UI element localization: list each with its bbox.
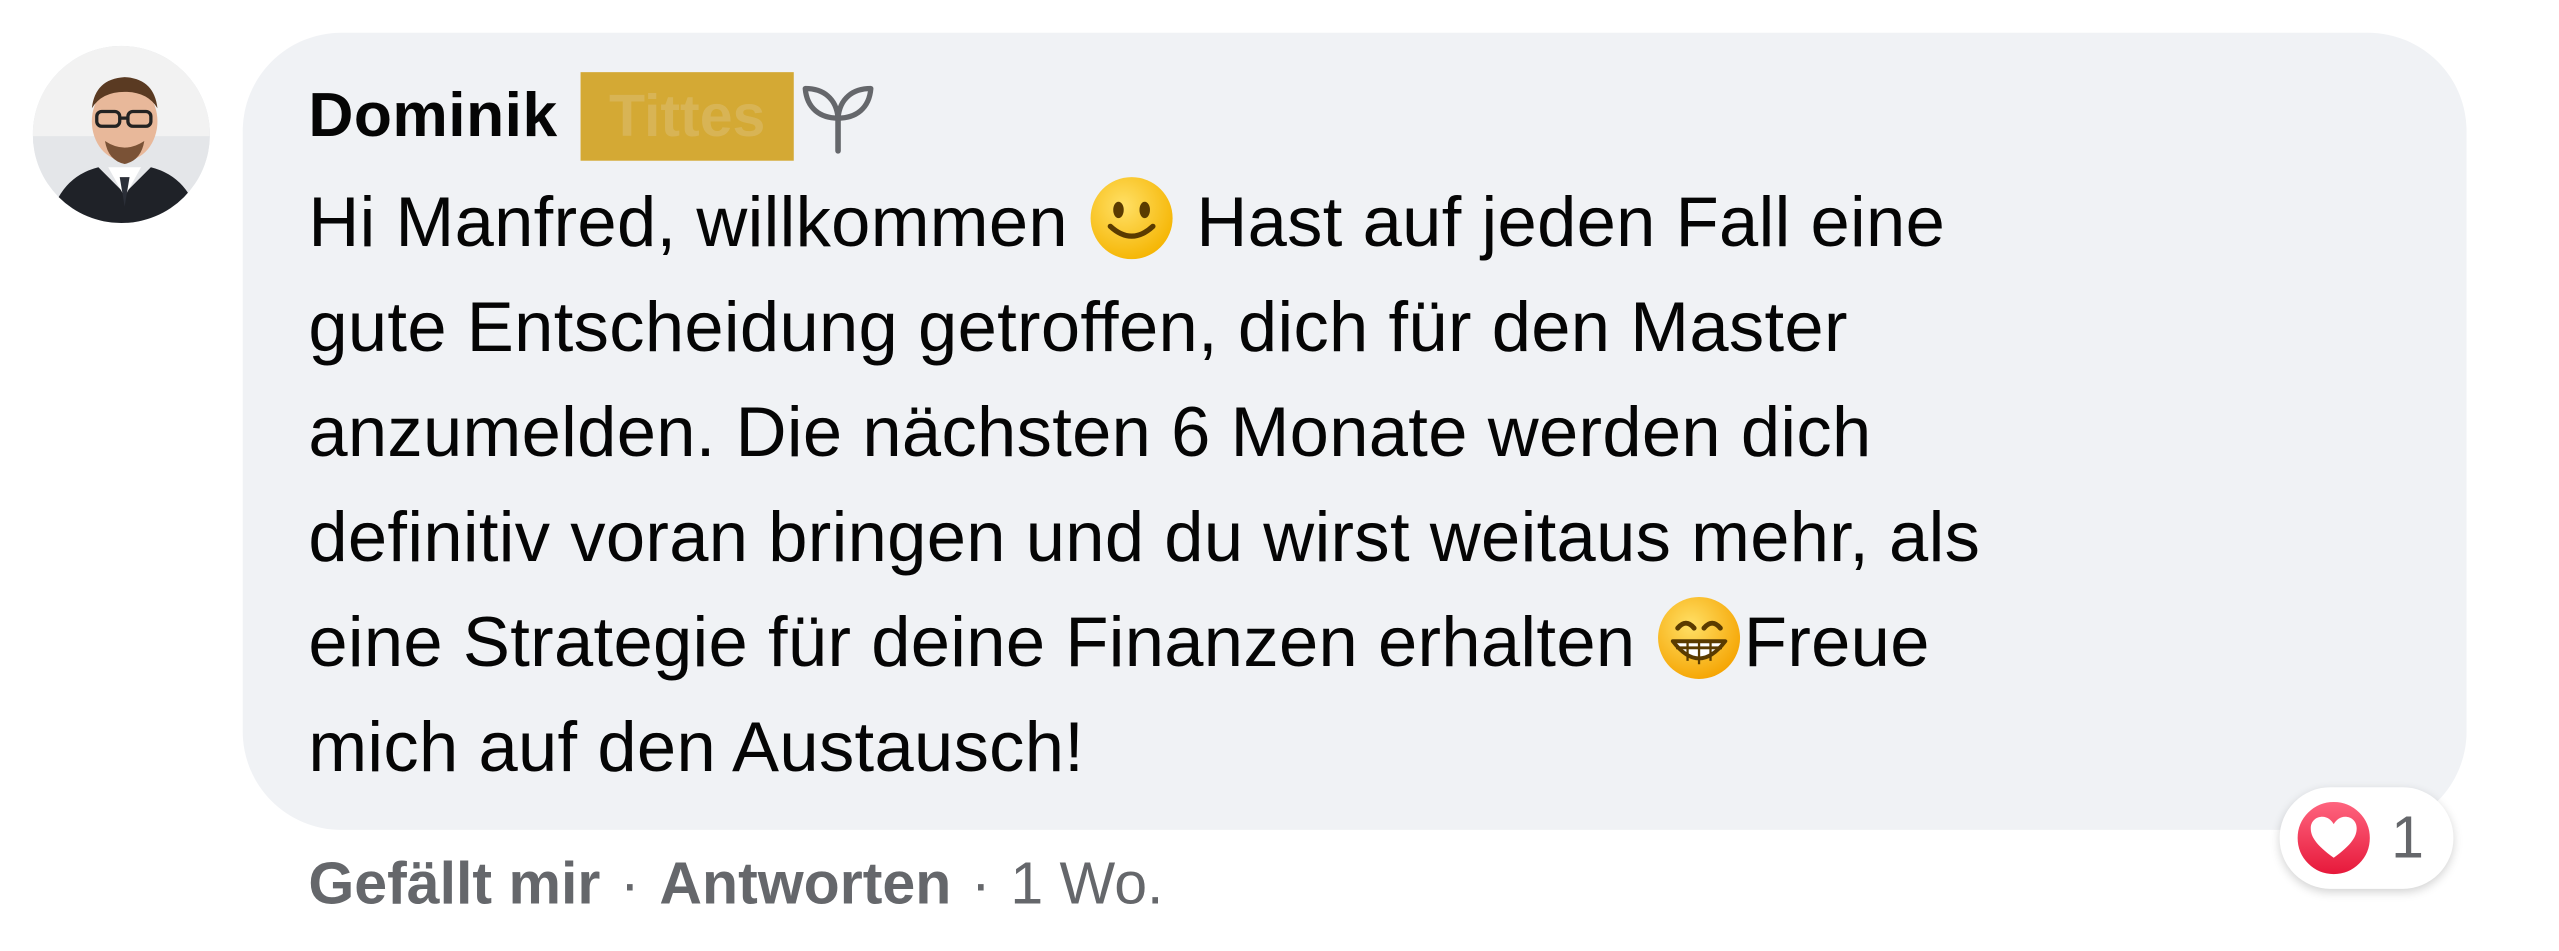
comment-line: Hi Manfred, willkommen Hast auf jeden Fa… [308,171,2440,276]
text-segment: Freue [1743,603,1930,683]
sprout-icon [802,85,874,154]
text-segment: Hi Manfred, willkommen [308,183,1088,263]
comment-line: eine Strategie für deine Finanzen erhalt… [308,590,2440,695]
comment-line: mich auf den Austausch! [308,708,1085,788]
avatar-photo [32,45,210,224]
comment-container: Dominik Tittes Hi Manfred, willkommen Ha… [0,0,2558,951]
comment-line: definitiv voran bringen und du wirst wei… [308,498,1981,578]
grin-emoji-icon [1658,596,1741,679]
smile-emoji-icon [1091,177,1174,260]
reaction-summary[interactable]: 1 [2279,787,2454,889]
heart-icon [2294,798,2374,878]
comment-author: Dominik Tittes [308,72,875,161]
author-avatar[interactable] [32,45,210,224]
comment-line: anzumelden. Die nächsten 6 Monate werden… [308,393,1872,473]
timestamp-link[interactable]: 1 Wo. [1010,850,1163,919]
reply-button[interactable]: Antworten [659,850,951,919]
comment-actions: Gefällt mir · Antworten · 1 Wo. [308,843,1163,925]
text-segment: Hast auf jeden Fall eine [1176,183,1946,263]
separator-dot: · [970,849,991,917]
separator-dot: · [620,849,640,917]
reaction-count: 1 [2391,803,2424,871]
text-segment: eine Strategie für deine Finanzen erhalt… [308,603,1656,683]
author-name[interactable]: Dominik [308,81,557,152]
comment-text: Hi Manfred, willkommen Hast auf jeden Fa… [308,171,2440,801]
like-button[interactable]: Gefällt mir [308,850,600,919]
comment-line: gute Entscheidung getroffen, dich für de… [308,288,1848,368]
redacted-last-name: Tittes [580,72,794,161]
